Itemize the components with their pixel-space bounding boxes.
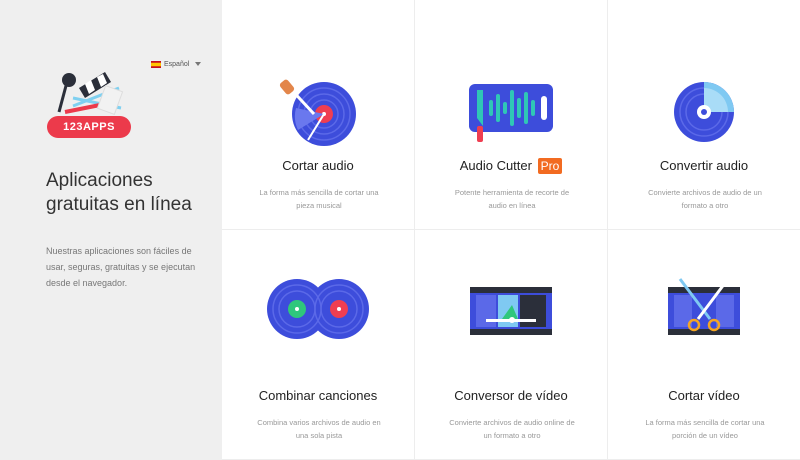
app-title: Convertir audio [659, 158, 749, 173]
app-card-convertir-audio[interactable]: Convertir audio Convierte archivos de au… [608, 0, 800, 230]
pro-badge: Pro [537, 158, 563, 174]
video-scissors-icon [608, 273, 800, 343]
chevron-down-icon [195, 62, 202, 66]
app-description: La forma más sencilla de cortar una piez… [259, 188, 379, 210]
app-title: Combinar canciones [258, 388, 378, 403]
spain-flag-icon [151, 60, 161, 68]
sidebar: Español 123APPS Aplicaciones gratuitas e… [0, 0, 222, 460]
merge-vinyl-icon [222, 273, 414, 343]
video-convert-icon [415, 273, 607, 343]
page-title: Aplicaciones gratuitas en línea [46, 170, 192, 215]
app-description: Convierte archivos de audio de un format… [648, 188, 762, 210]
app-description: Convierte archivos de audio online de un… [449, 418, 575, 440]
app-description: Potente herramienta de recorte de audio … [454, 188, 570, 210]
app-title: Audio Cutter Pro [415, 158, 607, 174]
app-card-cortar-video[interactable]: Cortar vídeo La forma más sencilla de co… [608, 230, 800, 460]
apps-grid: Cortar audio La forma más sencilla de co… [222, 0, 800, 460]
app-title: Cortar audio [282, 158, 354, 173]
language-selector[interactable]: Español [151, 58, 202, 70]
disc-convert-icon [608, 78, 800, 148]
waveform-knife-icon [415, 78, 607, 148]
logo-badge: 123APPS [47, 116, 131, 138]
app-title: Conversor de vídeo [454, 388, 568, 403]
app-description: La forma más sencilla de cortar una porc… [645, 418, 765, 440]
app-card-conversor-video[interactable]: Conversor de vídeo Convierte archivos de… [415, 230, 608, 460]
app-description: Combina varios archivos de audio en una … [257, 418, 381, 440]
app-logo[interactable]: 123APPS [45, 68, 133, 142]
cut-audio-vinyl-icon [222, 78, 414, 148]
app-title: Cortar vídeo [668, 388, 740, 403]
app-card-audio-cutter-pro[interactable]: Audio Cutter Pro Potente herramienta de … [415, 0, 608, 230]
page-description: Nuestras aplicaciones son fáciles de usa… [46, 246, 196, 288]
app-card-combinar-canciones[interactable]: Combinar canciones Combina varios archiv… [222, 230, 415, 460]
language-label: Español [164, 60, 190, 68]
app-card-cortar-audio[interactable]: Cortar audio La forma más sencilla de co… [222, 0, 415, 230]
